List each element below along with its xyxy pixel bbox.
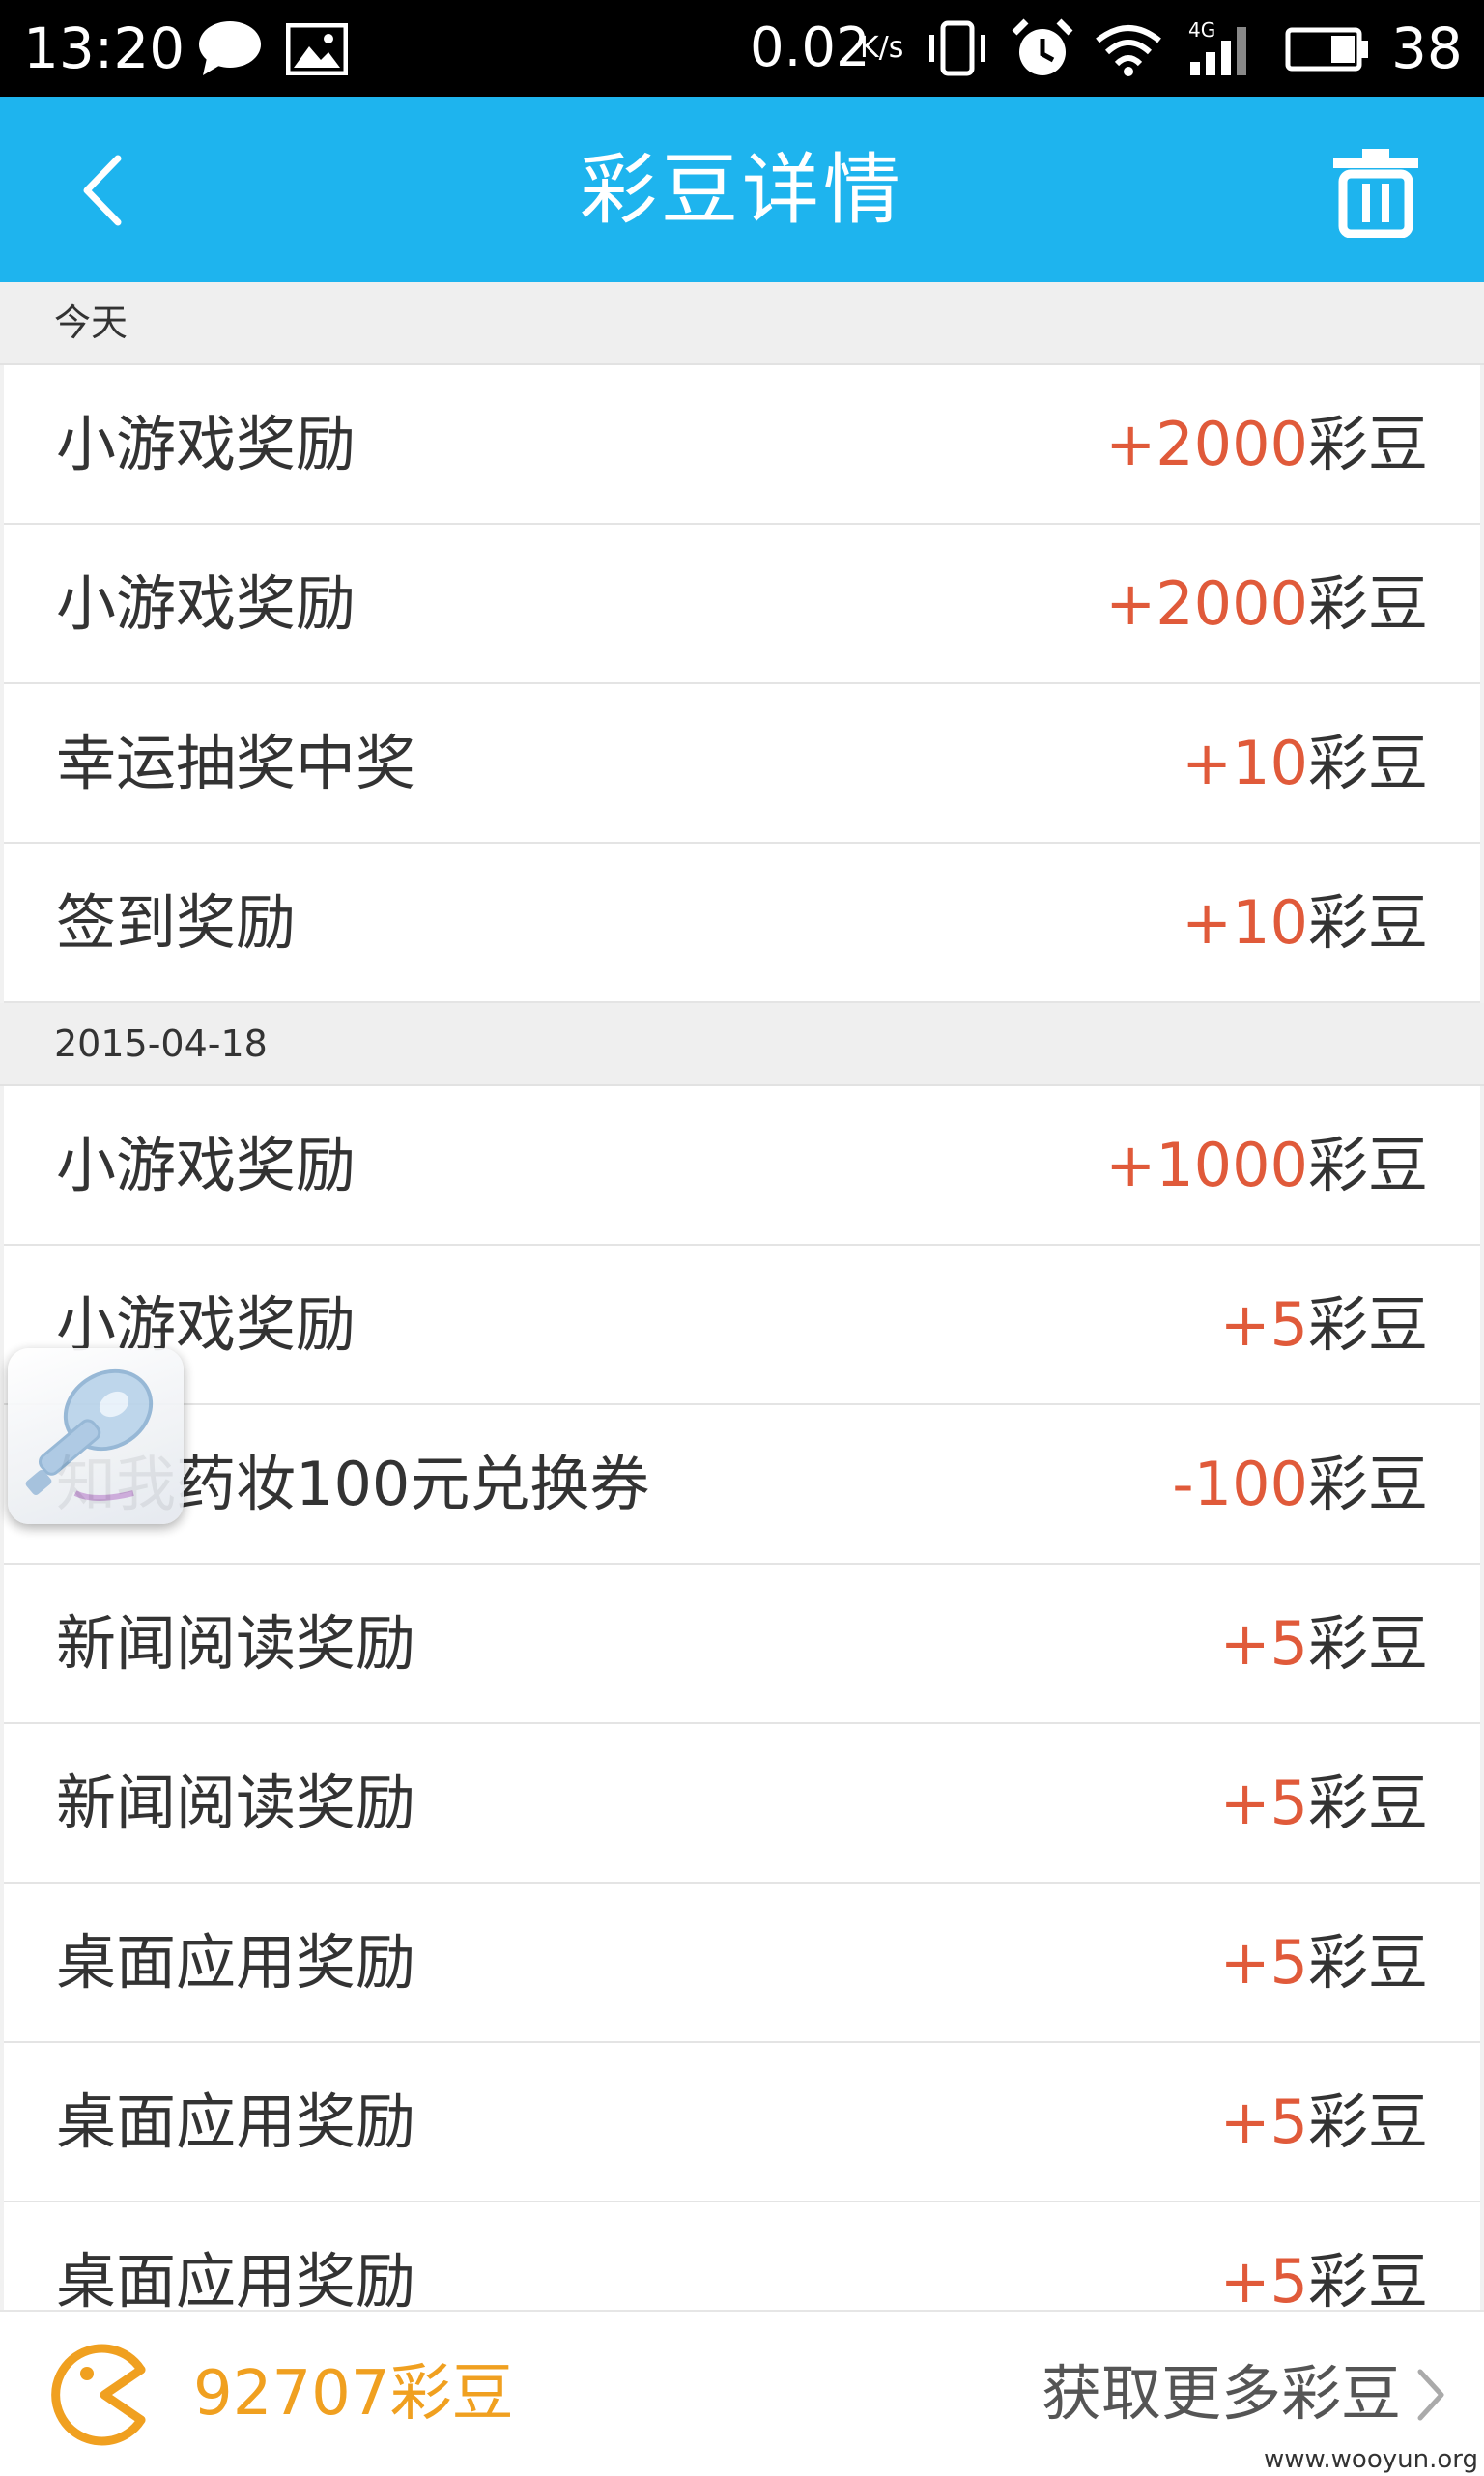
item-label: 签到奖励 <box>56 887 297 958</box>
item-label: 小游戏奖励 <box>56 1130 357 1200</box>
amount-value: +5 <box>1219 1289 1308 1360</box>
watermark: www.wooyun.org <box>1263 2445 1478 2474</box>
bottom-bar: 92707彩豆 获取更多彩豆 www.wooyun.org <box>0 2310 1484 2476</box>
amount-unit: 彩豆 <box>1307 1768 1428 1838</box>
transaction-list[interactable]: 今天 小游戏奖励 +2000彩豆 小游戏奖励 +2000彩豆 幸运抽奖中奖 +1… <box>0 282 1484 2310</box>
title-bar: 彩豆详情 <box>0 97 1484 282</box>
status-bar: 13:20 0.02 K/s 4G 38 <box>0 0 1484 97</box>
amount-unit: 彩豆 <box>1307 409 1428 479</box>
amount-value: +5 <box>1219 1608 1308 1679</box>
item-label: 桌面应用奖励 <box>56 2087 416 2157</box>
amount-value: -100 <box>1172 1449 1308 1519</box>
amount-unit: 彩豆 <box>1307 887 1428 958</box>
amount-value: +2000 <box>1105 568 1308 639</box>
vibrate-icon <box>929 20 985 76</box>
amount-value: +10 <box>1182 887 1308 958</box>
item-amount: +5彩豆 <box>1220 2043 1428 2201</box>
item-label: 小游戏奖励 <box>56 568 357 639</box>
get-more-link[interactable]: 获取更多彩豆 <box>1042 2350 1401 2437</box>
item-amount: +5彩豆 <box>1220 2202 1428 2310</box>
floating-assistant-button[interactable] <box>8 1348 184 1524</box>
list-item[interactable]: 桌面应用奖励 +5彩豆 <box>4 1884 1480 2043</box>
image-icon <box>286 23 348 75</box>
list-item[interactable]: 知我药妆100元兑换券 -100彩豆 <box>4 1405 1480 1565</box>
message-icon <box>199 21 261 75</box>
net-speed: 0.02 <box>750 16 870 79</box>
item-amount: +5彩豆 <box>1220 1724 1428 1882</box>
amount-unit: 彩豆 <box>1307 1289 1428 1360</box>
amount-value: +5 <box>1219 1927 1308 1998</box>
item-label: 幸运抽奖中奖 <box>56 728 416 798</box>
list-item[interactable]: 桌面应用奖励 +5彩豆 <box>4 2043 1480 2202</box>
list-item[interactable]: 幸运抽奖中奖 +10彩豆 <box>4 684 1480 844</box>
clock: 13:20 <box>23 15 186 81</box>
amount-value: +5 <box>1219 2246 1308 2310</box>
amount-unit: 彩豆 <box>1307 1927 1428 1998</box>
section-header-today: 今天 <box>0 282 1484 365</box>
amount-unit: 彩豆 <box>1307 728 1428 798</box>
list-item[interactable]: 小游戏奖励 +2000彩豆 <box>4 365 1480 525</box>
amount-unit: 彩豆 <box>1307 568 1428 639</box>
amount-unit: 彩豆 <box>1307 2087 1428 2157</box>
item-amount: +10彩豆 <box>1182 684 1428 842</box>
balance-value: 92707彩豆 <box>193 2358 514 2430</box>
wifi-icon <box>1096 25 1161 76</box>
section-header-date: 2015-04-18 <box>0 1003 1484 1086</box>
amount-value: +5 <box>1219 1768 1308 1838</box>
amount-value: +1000 <box>1105 1130 1308 1200</box>
signal-icon: 4G <box>1188 18 1246 75</box>
amount-value: +2000 <box>1105 409 1308 479</box>
trash-icon[interactable] <box>1327 145 1424 238</box>
amount-value: +5 <box>1219 2087 1308 2157</box>
item-label: 新闻阅读奖励 <box>56 1608 416 1679</box>
battery-level: 38 <box>1391 15 1463 81</box>
alarm-icon <box>1012 18 1073 75</box>
page-title: 彩豆详情 <box>580 145 904 235</box>
net-speed-unit: K/s <box>860 31 904 65</box>
item-amount: +5彩豆 <box>1220 1565 1428 1722</box>
amount-unit: 彩豆 <box>1307 1130 1428 1200</box>
amount-unit: 彩豆 <box>1307 1608 1428 1679</box>
item-label: 新闻阅读奖励 <box>56 1768 416 1838</box>
chevron-right-icon[interactable] <box>1411 2366 1449 2424</box>
list-item[interactable]: 小游戏奖励 +1000彩豆 <box>4 1086 1480 1246</box>
list-item[interactable]: 小游戏奖励 +2000彩豆 <box>4 525 1480 684</box>
list-item[interactable]: 桌面应用奖励 +5彩豆 <box>4 2202 1480 2310</box>
item-amount: +10彩豆 <box>1182 844 1428 1001</box>
item-label: 小游戏奖励 <box>56 409 357 479</box>
item-amount: -100彩豆 <box>1172 1405 1428 1563</box>
item-amount: +2000彩豆 <box>1105 365 1428 523</box>
pacman-coin-icon <box>51 2344 146 2446</box>
list-item[interactable]: 新闻阅读奖励 +5彩豆 <box>4 1724 1480 1884</box>
list-item[interactable]: 新闻阅读奖励 +5彩豆 <box>4 1565 1480 1724</box>
network-type-label: 4G <box>1188 18 1215 42</box>
item-label: 桌面应用奖励 <box>56 1927 416 1998</box>
key-icon <box>25 1368 154 1501</box>
list-item[interactable]: 签到奖励 +10彩豆 <box>4 844 1480 1003</box>
list-item[interactable]: 小游戏奖励 +5彩豆 <box>4 1246 1480 1405</box>
amount-value: +10 <box>1182 728 1308 798</box>
amount-unit: 彩豆 <box>1307 2246 1428 2310</box>
battery-icon <box>1285 27 1368 72</box>
item-amount: +5彩豆 <box>1220 1884 1428 2041</box>
item-label: 桌面应用奖励 <box>56 2246 416 2310</box>
item-amount: +1000彩豆 <box>1105 1086 1428 1244</box>
item-amount: +5彩豆 <box>1220 1246 1428 1403</box>
amount-unit: 彩豆 <box>1307 1449 1428 1519</box>
item-amount: +2000彩豆 <box>1105 525 1428 682</box>
